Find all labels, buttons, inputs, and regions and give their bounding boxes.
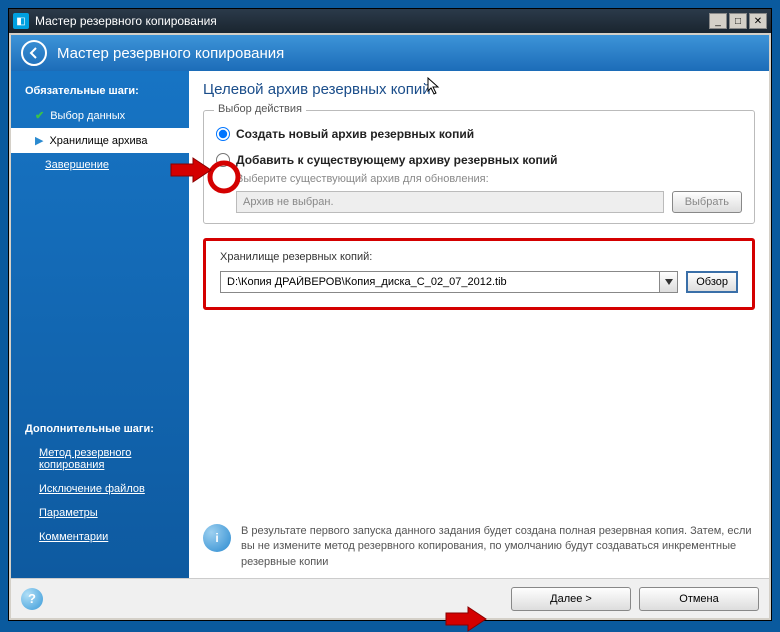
close-button[interactable]: ✕	[749, 13, 767, 29]
wizard-header: Мастер резервного копирования	[11, 35, 769, 71]
info-row: i В результате первого запуска данного з…	[203, 524, 755, 570]
sidebar-item-label: Выбор данных	[50, 110, 125, 122]
window-title: Мастер резервного копирования	[35, 14, 709, 28]
storage-label: Хранилище резервных копий:	[220, 251, 738, 263]
next-button[interactable]: Далее >	[511, 587, 631, 611]
sidebar-item-label: Комментарии	[39, 531, 108, 543]
help-button[interactable]: ?	[21, 588, 43, 610]
storage-dropdown-button[interactable]	[660, 271, 678, 293]
page-title: Целевой архив резервных копий	[203, 81, 755, 98]
footer: ? Далее > Отмена	[11, 578, 769, 618]
radio-append-existing[interactable]	[216, 153, 230, 167]
sidebar-optional-heading: Дополнительные шаги:	[11, 417, 189, 441]
sidebar-item-data-select[interactable]: ✔ Выбор данных	[11, 103, 189, 128]
header-title: Мастер резервного копирования	[57, 45, 284, 62]
sidebar-item-comments[interactable]: Комментарии	[11, 525, 189, 549]
titlebar: ◧ Мастер резервного копирования _ □ ✕	[9, 9, 771, 33]
sidebar-item-method[interactable]: Метод резервного копирования	[11, 441, 189, 477]
sidebar-item-label: Метод резервного копирования	[39, 447, 175, 471]
sidebar-item-finish[interactable]: Завершение	[11, 153, 189, 177]
storage-path-input[interactable]	[220, 271, 660, 293]
back-arrow-icon	[27, 46, 41, 60]
maximize-button[interactable]: □	[729, 13, 747, 29]
back-button[interactable]	[21, 40, 47, 66]
sidebar-item-storage[interactable]: ▶ Хранилище архива	[11, 128, 189, 153]
info-icon: i	[203, 524, 231, 552]
browse-button[interactable]: Обзор	[686, 271, 738, 293]
append-sublabel: Выберите существующий архив для обновлен…	[236, 173, 742, 185]
window: ◧ Мастер резервного копирования _ □ ✕ Ма…	[8, 8, 772, 621]
radio-create-new[interactable]	[216, 127, 230, 141]
sidebar: Обязательные шаги: ✔ Выбор данных ▶ Хран…	[11, 71, 189, 578]
action-group: Выбор действия Создать новый архив резер…	[203, 110, 755, 224]
radio-create-label: Создать новый архив резервных копий	[236, 127, 742, 141]
app-icon: ◧	[13, 13, 29, 29]
existing-archive-input	[236, 191, 664, 213]
select-archive-button: Выбрать	[672, 191, 742, 213]
action-legend: Выбор действия	[214, 103, 306, 115]
storage-group: Хранилище резервных копий: Обзор	[203, 238, 755, 310]
info-text: В результате первого запуска данного зад…	[241, 524, 755, 570]
sidebar-item-params[interactable]: Параметры	[11, 501, 189, 525]
arrow-icon: ▶	[35, 134, 43, 147]
sidebar-item-label: Хранилище архива	[49, 135, 147, 147]
sidebar-required-heading: Обязательные шаги:	[11, 79, 189, 103]
main-panel: Целевой архив резервных копий Выбор дейс…	[189, 71, 769, 578]
sidebar-item-label: Параметры	[39, 507, 98, 519]
chevron-down-icon	[665, 279, 673, 285]
minimize-button[interactable]: _	[709, 13, 727, 29]
cancel-button[interactable]: Отмена	[639, 587, 759, 611]
sidebar-item-exclude[interactable]: Исключение файлов	[11, 477, 189, 501]
sidebar-item-label: Исключение файлов	[39, 483, 145, 495]
radio-append-label: Добавить к существующему архиву резервны…	[236, 153, 742, 167]
sidebar-item-label: Завершение	[45, 159, 109, 171]
check-icon: ✔	[35, 109, 44, 122]
